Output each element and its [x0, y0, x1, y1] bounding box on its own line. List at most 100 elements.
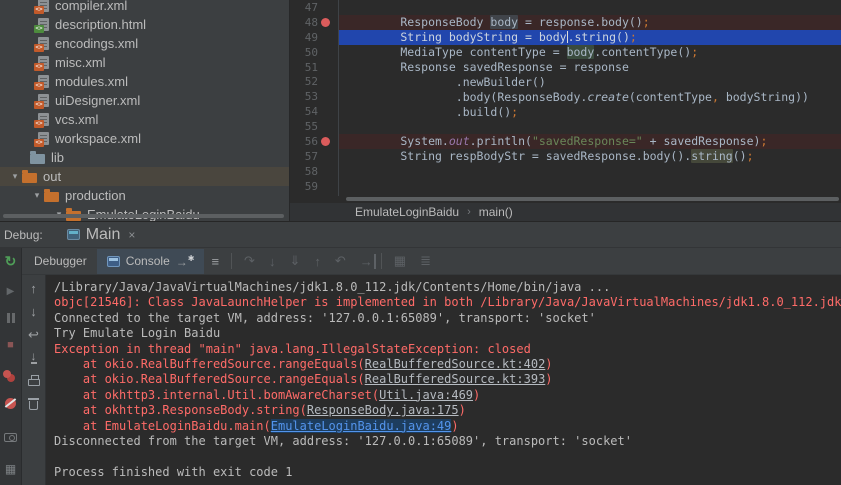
- code-token: ;: [691, 45, 699, 60]
- tree-item-label: workspace.xml: [55, 131, 141, 146]
- view-breakpoints-icon[interactable]: [2, 366, 20, 384]
- console-line: objc[21546]: Class JavaLaunchHelper is i…: [54, 295, 841, 310]
- drop-frame-icon: ↶: [334, 253, 346, 268]
- line-number: 57: [304, 149, 318, 163]
- tree-item-workspace.xml[interactable]: <> workspace.xml: [0, 129, 289, 148]
- breadcrumb-class[interactable]: EmulateLoginBaidu: [355, 205, 459, 219]
- code-line-49[interactable]: 49 String bodyString = body .string();: [290, 29, 841, 45]
- console-text: at okhttp3.internal.Util.bomAwareCharset…: [54, 387, 380, 402]
- gutter: 54: [290, 104, 338, 119]
- line-number: 52: [304, 75, 318, 89]
- console-text: Exception in thread "main" java.lang.Ill…: [54, 341, 531, 356]
- code-line-48[interactable]: 48 ResponseBody body = response.body();: [290, 14, 841, 30]
- stack-trace-link[interactable]: RealBufferedSource.kt:402: [365, 357, 546, 371]
- breadcrumb-method[interactable]: main(): [479, 205, 513, 219]
- tab-console[interactable]: Console →✱: [96, 248, 205, 274]
- code-line-47[interactable]: 47: [290, 0, 841, 15]
- close-icon[interactable]: ×: [128, 228, 135, 242]
- print-icon[interactable]: [26, 373, 42, 387]
- tree-item-uiDesigner.xml[interactable]: <> uiDesigner.xml: [0, 91, 289, 110]
- expand-arrow-icon[interactable]: ▾: [8, 171, 22, 182]
- code-line-52[interactable]: 52 .newBuilder(): [290, 74, 841, 90]
- line-number: 47: [304, 0, 318, 14]
- console-output[interactable]: /Library/Java/JavaVirtualMachines/jdk1.8…: [46, 275, 841, 485]
- code-token: body: [490, 15, 519, 30]
- stack-trace-link[interactable]: Util.java:469: [379, 388, 473, 402]
- console-line: at okio.RealBufferedSource.rangeEquals(R…: [54, 372, 841, 387]
- breakpoint-icon[interactable]: [318, 17, 332, 27]
- rerun-debug-icon[interactable]: ↻: [2, 252, 20, 270]
- editor-horizontal-scrollbar[interactable]: [346, 197, 839, 201]
- code-token: .body(ResponseBody.: [345, 89, 588, 104]
- code-line-60[interactable]: 60: [290, 193, 841, 196]
- tree-item-vcs.xml[interactable]: <> vcs.xml: [0, 110, 289, 129]
- show-on-output-icon[interactable]: →✱: [176, 254, 195, 269]
- stack-trace-link[interactable]: EmulateLoginBaidu.java:49: [270, 418, 452, 433]
- tree-item-production[interactable]: ▾ production: [0, 186, 289, 205]
- camera-icon[interactable]: [2, 428, 20, 446]
- breakpoint-icon[interactable]: [318, 136, 332, 146]
- up-the-stack-icon[interactable]: ↑: [26, 281, 42, 295]
- code-line-54[interactable]: 54 .build();: [290, 104, 841, 120]
- debug-session-tab-main[interactable]: Main ×: [61, 223, 142, 247]
- code-text: MediaType contentType = body .contentType…: [338, 44, 841, 60]
- tree-horizontal-scrollbar[interactable]: [3, 214, 284, 218]
- code-line-55[interactable]: 55: [290, 119, 841, 135]
- xml-file-icon: <>: [34, 113, 49, 128]
- line-number: 51: [304, 60, 318, 74]
- code-lines[interactable]: 47 48 ResponseBody body = response.body()…: [290, 0, 841, 196]
- tree-item-compiler.xml[interactable]: <> compiler.xml: [0, 0, 289, 15]
- tree-item-lib[interactable]: lib: [0, 148, 289, 167]
- tree-item-encodings.xml[interactable]: <> encodings.xml: [0, 34, 289, 53]
- code-text: String respBodyStr = savedResponse.body(…: [338, 148, 841, 164]
- chevron-right-icon: ›: [467, 206, 471, 218]
- view-as-table-icon: ▦: [393, 253, 407, 268]
- stack-trace-link[interactable]: ResponseBody.java:175: [307, 403, 459, 417]
- tree-item-modules.xml[interactable]: <> modules.xml: [0, 72, 289, 91]
- tree-item-label: misc.xml: [55, 55, 106, 70]
- code-line-59[interactable]: 59: [290, 178, 841, 194]
- code-line-57[interactable]: 57 String respBodyStr = savedResponse.bo…: [290, 148, 841, 164]
- scroll-to-end-icon[interactable]: ↓: [26, 350, 42, 364]
- code-editor[interactable]: 47 48 ResponseBody body = response.body()…: [290, 0, 841, 221]
- gutter: 49: [290, 30, 338, 45]
- mute-breakpoints-icon[interactable]: [2, 394, 20, 412]
- expand-arrow-icon[interactable]: ▾: [30, 190, 44, 201]
- tree-item-out[interactable]: ▾ out: [0, 167, 289, 186]
- tab-debugger[interactable]: Debugger: [24, 249, 97, 273]
- pause-icon[interactable]: [2, 309, 20, 327]
- menu-icon[interactable]: ≡: [204, 254, 226, 269]
- debug-header: Debug: Main ×: [0, 222, 841, 248]
- code-line-51[interactable]: 51 Response savedResponse = response: [290, 59, 841, 75]
- code-line-53[interactable]: 53 .body(ResponseBody. create (contentType…: [290, 89, 841, 105]
- debug-content: ↑ ↓ ↩ ↓ /Library/Java/JavaVirtualMachines/j…: [22, 275, 841, 485]
- tree-item-label: encodings.xml: [55, 36, 139, 51]
- down-the-stack-icon[interactable]: ↓: [26, 304, 42, 318]
- xml-file-icon: <>: [34, 0, 49, 14]
- stack-trace-link[interactable]: RealBufferedSource.kt:393: [365, 372, 546, 386]
- tree-item-EmulateLoginBaidu[interactable]: ▾EmulateLoginBaidu: [0, 205, 289, 221]
- code-line-50[interactable]: 50 MediaType contentType = body .contentT…: [290, 44, 841, 60]
- resume-icon[interactable]: ▶: [2, 282, 20, 300]
- clear-all-icon[interactable]: [26, 396, 42, 410]
- code-line-58[interactable]: 58: [290, 163, 841, 179]
- layout-grid-icon[interactable]: ▦: [2, 460, 20, 478]
- soft-wrap-icon[interactable]: ↩: [26, 327, 42, 341]
- code-text: [338, 163, 841, 179]
- stop-icon[interactable]: ■: [2, 336, 20, 354]
- code-line-56[interactable]: 56 System. out .println("savedResponse=" +…: [290, 134, 841, 149]
- console-text: Process finished with exit code 1: [54, 464, 293, 479]
- step-out-icon: ↑: [314, 253, 321, 269]
- tree-item-misc.xml[interactable]: <> misc.xml: [0, 53, 289, 72]
- tree-item-label: description.html: [55, 17, 147, 32]
- debugger-action-strip: ↻ ▶ ■ ▦: [0, 248, 22, 485]
- ide-window: <> compiler.xml <> description.html <> encodi…: [0, 0, 841, 485]
- console-icon: [106, 255, 120, 267]
- tree-item-description.html[interactable]: <> description.html: [0, 15, 289, 34]
- toolbar-separator: [231, 253, 233, 269]
- tree-item-label: modules.xml: [55, 74, 128, 89]
- gutter: 55: [290, 119, 338, 134]
- code-token: body: [566, 45, 595, 60]
- xml-file-icon: <>: [34, 132, 49, 147]
- code-token: System.: [345, 134, 449, 149]
